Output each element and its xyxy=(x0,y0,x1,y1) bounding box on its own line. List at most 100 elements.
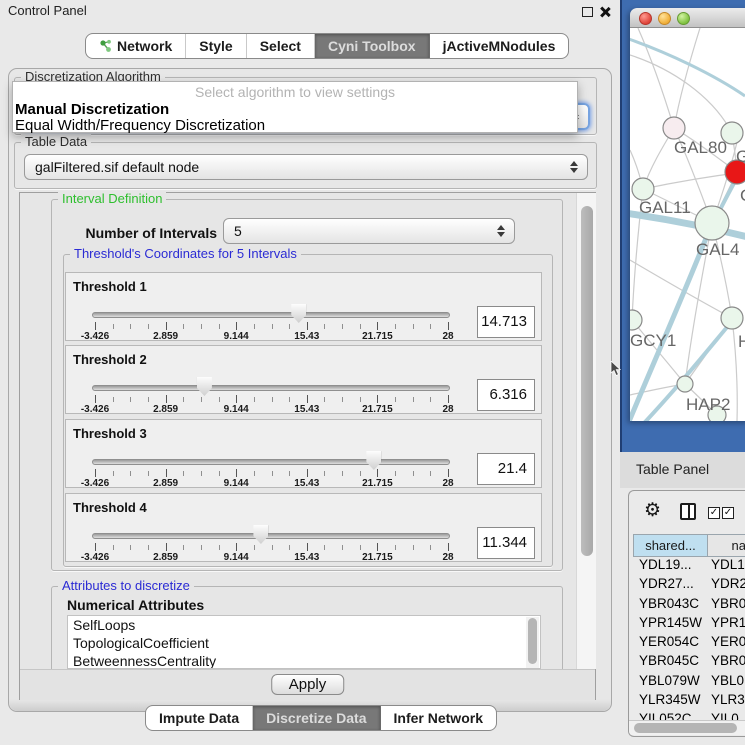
split-columns-icon[interactable] xyxy=(680,503,696,520)
threshold-value-field[interactable]: 21.4 xyxy=(477,453,535,485)
tab-label: Select xyxy=(260,38,301,54)
threshold-slider-track[interactable] xyxy=(92,385,450,391)
network-node-h[interactable] xyxy=(721,307,743,329)
close-icon[interactable] xyxy=(599,6,611,18)
node-label: H xyxy=(738,332,745,352)
cell-shared-name[interactable]: YDR27... xyxy=(633,576,707,591)
threshold-slider-track[interactable] xyxy=(92,312,450,318)
apply-button[interactable]: Apply xyxy=(271,674,345,695)
cell-shared-name[interactable]: YDL19... xyxy=(633,557,707,572)
close-traffic-light[interactable] xyxy=(639,12,652,25)
cell-shared-name[interactable]: YPR145W xyxy=(633,615,707,630)
checkbox-icon[interactable]: ✓ xyxy=(708,507,720,519)
network-edge[interactable] xyxy=(732,318,737,421)
cell-shared-name[interactable]: YBR043C xyxy=(633,596,707,611)
slider-tick xyxy=(201,545,202,550)
network-node-gal11[interactable] xyxy=(632,178,654,200)
network-node-gcy1[interactable] xyxy=(630,310,642,330)
slider-tick-label: 15.43 xyxy=(294,404,319,415)
table-hscrollbar[interactable] xyxy=(629,720,745,735)
zoom-traffic-light[interactable] xyxy=(677,12,690,25)
float-window-icon[interactable] xyxy=(582,7,593,17)
list-scrollbar-thumb[interactable] xyxy=(528,618,537,664)
algorithm-popup-item[interactable]: Manual Discretization xyxy=(15,101,169,118)
threshold-slider-thumb[interactable] xyxy=(291,304,306,323)
table-row[interactable]: YBR045CYBR0 xyxy=(633,653,745,672)
table-panel-titlebar: Table Panel xyxy=(620,452,745,488)
tab-cyni-toolbox[interactable]: Cyni Toolbox xyxy=(315,34,430,58)
cell-shared-name[interactable]: YLR345W xyxy=(633,692,707,707)
slider-tick-label: -3.426 xyxy=(81,404,109,415)
table-panel-toolbar: ⚙ ✓ ✓ xyxy=(629,491,745,533)
table-row[interactable]: YIL052CYIL0 xyxy=(633,711,745,720)
minimize-traffic-light[interactable] xyxy=(658,12,671,25)
cell-name[interactable]: YLR3 xyxy=(707,692,745,707)
table-hscrollbar-thumb[interactable] xyxy=(634,723,737,733)
node-label: HAP2 xyxy=(686,395,730,415)
bottom-tab-discretize-data[interactable]: Discretize Data xyxy=(253,706,380,730)
cell-name[interactable]: YIL0 xyxy=(707,711,739,720)
cell-shared-name[interactable]: YIL052C xyxy=(633,711,707,720)
table-data-title: Table Data xyxy=(21,134,91,149)
table-row[interactable]: YDL19...YDL1 xyxy=(633,557,745,576)
threshold-slider-track[interactable] xyxy=(92,533,450,539)
panel-scrollbar-thumb[interactable] xyxy=(581,206,593,556)
panel-scrollbar[interactable] xyxy=(576,193,596,669)
threshold-value-field[interactable]: 6.316 xyxy=(477,379,535,411)
bottom-tab-infer-network[interactable]: Infer Network xyxy=(381,706,496,730)
cell-name[interactable]: YDR2 xyxy=(707,576,745,591)
slider-tick xyxy=(130,397,131,402)
threshold-value-field[interactable]: 11.344 xyxy=(477,527,535,559)
threshold-slider-thumb[interactable] xyxy=(253,525,268,544)
node-label: GAL80 xyxy=(674,138,727,158)
tab-network[interactable]: Network xyxy=(86,34,186,58)
cell-name[interactable]: YER0 xyxy=(707,634,745,649)
table-row[interactable]: YDR27...YDR2 xyxy=(633,576,745,595)
attribute-item[interactable]: BetweennessCentrality xyxy=(68,652,540,669)
cell-name[interactable]: YBR0 xyxy=(707,653,745,668)
cell-name[interactable]: YPR1 xyxy=(707,615,745,630)
threshold-slider-thumb[interactable] xyxy=(366,451,381,470)
network-node-gal4[interactable] xyxy=(695,206,729,240)
table-data-combobox[interactable]: galFiltered.sif default node xyxy=(24,154,588,180)
table-row[interactable]: YBR043CYBR0 xyxy=(633,596,745,615)
tab-style[interactable]: Style xyxy=(186,34,246,58)
cell-name[interactable]: YBL0 xyxy=(707,673,744,688)
threshold-slider-thumb[interactable] xyxy=(197,377,212,396)
list-scrollbar[interactable] xyxy=(526,617,539,669)
network-window-titlebar[interactable] xyxy=(630,8,745,28)
attribute-item[interactable]: TopologicalCoefficient xyxy=(68,634,540,652)
cell-name[interactable]: YDL1 xyxy=(707,557,745,572)
network-canvas[interactable]: GAL80GACGAL11GAL4GCY1HHAP2 xyxy=(630,28,745,421)
column-header-name[interactable]: na xyxy=(708,534,745,557)
number-of-intervals-combobox[interactable]: 5 xyxy=(223,218,515,244)
cell-name[interactable]: YBR0 xyxy=(707,596,745,611)
algorithm-popup-item[interactable]: Equal Width/Frequency Discretization xyxy=(15,117,265,134)
threshold-slider-track[interactable] xyxy=(92,459,450,465)
threshold-label: Threshold 1 xyxy=(73,279,147,294)
checkbox-icon[interactable]: ✓ xyxy=(722,507,734,519)
column-header-shared-name[interactable]: shared... xyxy=(633,534,708,557)
slider-tick xyxy=(272,324,273,329)
slider-tick-label: 9.144 xyxy=(224,331,249,342)
gear-icon[interactable]: ⚙ xyxy=(644,499,661,522)
network-edge[interactable] xyxy=(630,260,732,318)
slider-tick xyxy=(113,324,114,329)
network-node-hap2[interactable] xyxy=(677,376,693,392)
tab-jactivemnodules[interactable]: jActiveMNodules xyxy=(430,34,569,58)
table-row[interactable]: YBL079WYBL0 xyxy=(633,673,745,692)
bottom-tab-impute-data[interactable]: Impute Data xyxy=(146,706,253,730)
numerical-attributes-list[interactable]: SelfLoopsTopologicalCoefficientBetweenne… xyxy=(67,615,541,669)
network-node-gal80[interactable] xyxy=(663,117,685,139)
network-edge[interactable] xyxy=(630,36,745,96)
table-row[interactable]: YPR145WYPR1 xyxy=(633,615,745,634)
table-row[interactable]: YER054CYER0 xyxy=(633,634,745,653)
table-row[interactable]: YLR345WYLR3 xyxy=(633,692,745,711)
threshold-value-field[interactable]: 14.713 xyxy=(477,306,535,338)
cell-shared-name[interactable]: YBL079W xyxy=(633,673,707,688)
attribute-item[interactable]: SelfLoops xyxy=(68,616,540,634)
tab-select[interactable]: Select xyxy=(247,34,315,58)
cell-shared-name[interactable]: YER054C xyxy=(633,634,707,649)
slider-tick xyxy=(377,322,378,330)
cell-shared-name[interactable]: YBR045C xyxy=(633,653,707,668)
